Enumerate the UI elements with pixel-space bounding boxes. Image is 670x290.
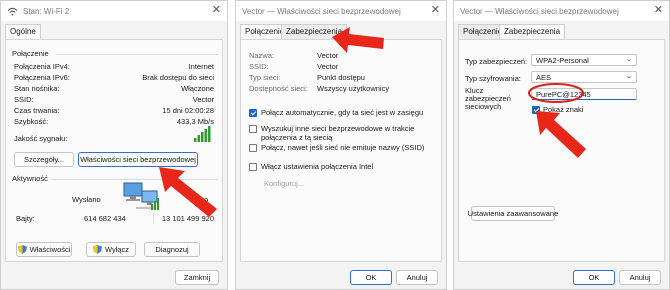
ssid-label: SSID: — [14, 95, 34, 104]
connection-panel: Nazwa: Vector SSID: Vector Typ sieci: Pu… — [240, 39, 442, 262]
red-arrow-icon — [159, 167, 217, 217]
sent-label: Wysłano — [72, 195, 101, 204]
speed-value: 433,3 Mb/s — [176, 117, 214, 126]
divider — [56, 54, 218, 55]
chevron-down-icon: ⌄ — [626, 56, 632, 63]
tab-strip: Połączenie Zabezpieczenia — [458, 24, 665, 40]
title-bar: Vector — Właściwości sieci bezprzewodowe… — [454, 1, 669, 21]
ipv6-value: Brak dostępu do sieci — [142, 73, 214, 82]
disable-button[interactable]: Wyłącz — [86, 242, 136, 257]
speed-label: Szybkość: — [14, 117, 49, 126]
title-bar: Vector — Właściwości sieci bezprzewodowe… — [236, 1, 446, 21]
cancel-button[interactable]: Anuluj — [396, 270, 438, 285]
ipv6-label: Połączenia IPv6: — [14, 73, 70, 82]
wireless-properties-window: Vector — Właściwości sieci bezprzewodowe… — [235, 0, 447, 290]
duration-value: 15 dni 02:00:28 — [162, 106, 214, 115]
shield-icon — [17, 245, 27, 254]
security-type-value: WPA2-Personal — [536, 56, 589, 65]
section-activity-heading: Aktywność — [12, 174, 48, 183]
encryption-type-label: Typ szyfrowania: — [465, 74, 521, 83]
name-label: Nazwa: — [249, 51, 275, 60]
cancel-button[interactable]: Anuluj — [619, 270, 661, 285]
properties-label: Właściwości — [29, 245, 71, 254]
availability-label: Dostępność sieci: — [249, 84, 308, 93]
close-icon[interactable]: ✕ — [212, 5, 221, 16]
chevron-down-icon: ⌄ — [626, 73, 632, 80]
network-type-label: Typ sieci: — [249, 73, 281, 82]
tab-general[interactable]: Ogólne — [5, 24, 41, 40]
hidden-ssid-label: Połącz, nawet jeśli sieć nie emituje naz… — [261, 143, 425, 152]
media-state-label: Stan nośnika: — [14, 84, 60, 93]
search-other-networks-label: Wyszukuj inne sieci bezprzewodowe w trak… — [261, 124, 415, 142]
red-arrow-icon — [332, 27, 384, 53]
dialog-footer: OK Anuluj — [454, 262, 669, 289]
hidden-ssid-checkbox[interactable] — [249, 144, 257, 152]
signal-quality-label: Jakość sygnału: — [14, 134, 68, 143]
ipv4-label: Połączenia IPv4: — [14, 62, 70, 71]
shield-icon — [92, 245, 102, 254]
window-title: Vector — Właściwości sieci bezprzewodowe… — [242, 6, 401, 16]
auto-connect-label: Połącz automatycznie, gdy ta sieć jest w… — [261, 108, 424, 117]
general-panel: Połączenie Połączenia IPv4: Internet Poł… — [5, 39, 223, 262]
close-button[interactable]: Zamknij — [175, 270, 219, 285]
auto-connect-checkbox[interactable] — [249, 109, 257, 117]
bytes-sent-value: 614 682 434 — [84, 214, 126, 223]
tab-strip: Ogólne — [5, 24, 223, 40]
close-icon[interactable]: ✕ — [431, 5, 440, 16]
wifi-icon — [7, 7, 18, 16]
ssid-value: Vector — [192, 95, 214, 104]
diagnose-button[interactable]: Diagnozuj — [144, 242, 200, 257]
intel-settings-label: Włącz ustawienia połączenia Intel — [261, 162, 374, 171]
signal-bars-icon — [194, 126, 211, 142]
network-type-value: Punkt dostępu — [317, 73, 365, 82]
dialog-footer: OK Anuluj — [236, 262, 446, 289]
title-bar: Stan: Wi-Fi 2 — [1, 1, 227, 21]
ssid-label: SSID: — [249, 62, 269, 71]
window-title: Vector — Właściwości sieci bezprzewodowe… — [460, 6, 619, 16]
security-key-label: Klucz zabezpieczeń sieciowych — [465, 86, 511, 111]
window-title: Stan: Wi-Fi 2 — [23, 6, 70, 16]
disable-label: Wyłącz — [104, 245, 130, 254]
media-state-value: Włączone — [181, 84, 214, 93]
close-icon[interactable]: ✕ — [654, 5, 663, 16]
availability-value: Wszyscy użytkownicy — [317, 84, 390, 93]
red-arrow-icon — [536, 111, 586, 158]
advanced-settings-button[interactable]: Ustawienia zaawansowane — [468, 206, 558, 221]
ok-button[interactable]: OK — [573, 270, 615, 285]
properties-button[interactable]: Właściwości — [16, 242, 72, 257]
security-type-select[interactable]: WPA2-Personal ⌄ — [531, 54, 637, 66]
ssid-value: Vector — [317, 62, 339, 71]
wireless-security-window: Vector — Właściwości sieci bezprzewodowe… — [453, 0, 670, 290]
encryption-type-value: AES — [536, 73, 552, 82]
dialog-footer: Zamknij — [1, 262, 227, 289]
ipv4-value: Internet — [188, 62, 214, 71]
section-connection-heading: Połączenie — [12, 49, 49, 58]
bytes-label: Bajty: — [16, 214, 35, 223]
configure-button[interactable]: Konfiguruj... — [261, 176, 307, 191]
ok-button[interactable]: OK — [350, 270, 392, 285]
highlight-ellipse — [528, 83, 584, 103]
search-other-networks-checkbox[interactable] — [249, 125, 257, 133]
status-window: Stan: Wi-Fi 2 ✕ Ogólne Połączenie Połącz… — [0, 0, 228, 290]
tab-security[interactable]: Zabezpieczenia — [499, 24, 566, 40]
intel-settings-checkbox[interactable] — [249, 163, 257, 171]
details-button[interactable]: Szczegóły... — [14, 152, 74, 167]
duration-label: Czas trwania: — [14, 106, 60, 115]
security-type-label: Typ zabezpieczeń: — [465, 57, 528, 66]
